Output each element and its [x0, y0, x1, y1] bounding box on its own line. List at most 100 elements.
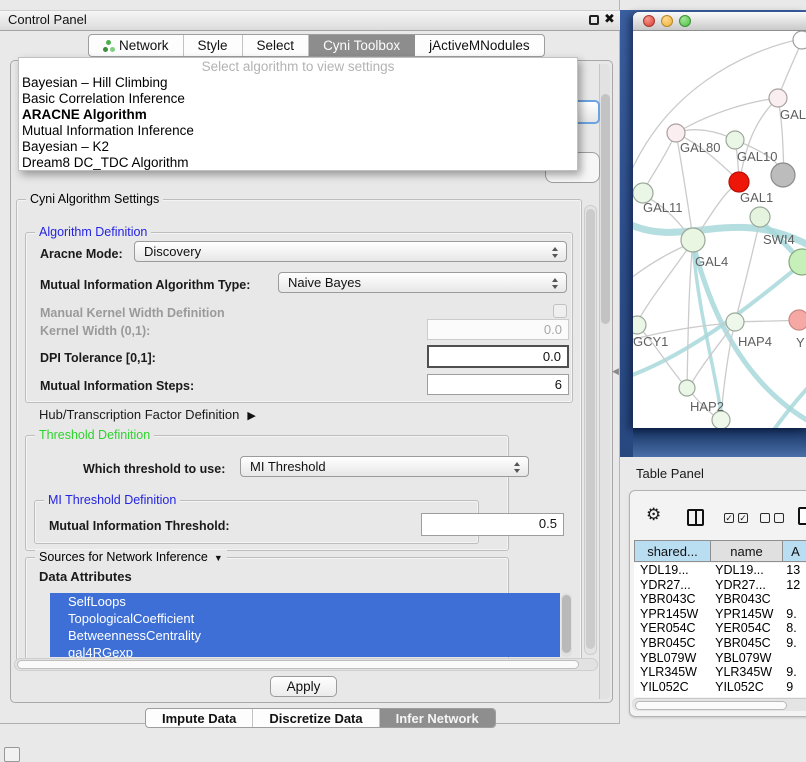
aracne-mode-select[interactable]: Discovery — [134, 241, 567, 262]
minimized-window-icon[interactable] — [4, 747, 20, 762]
node-salmon[interactable] — [789, 310, 806, 330]
attribute-item[interactable]: BetweennessCentrality — [50, 627, 560, 644]
network-view-window[interactable]: GALGAL80GAL10GAL1GAL11SWI4GAL4GCY1HAP4YH… — [633, 12, 806, 428]
split-columns-icon[interactable] — [687, 509, 704, 526]
table-header: shared...nameA — [634, 540, 806, 562]
node-hap4[interactable] — [726, 313, 744, 331]
tab-jactivemnodules[interactable]: jActiveMNodules — [415, 35, 544, 56]
cyni-algorithm-settings-group: Cyni Algorithm Settings Algorithm Defini… — [16, 199, 582, 661]
dpi-tolerance-input[interactable]: 0.0 — [427, 345, 569, 368]
bottom-tabs: Impute DataDiscretize DataInfer Network — [145, 708, 496, 728]
tab-label: Style — [198, 38, 228, 53]
algorithm-option[interactable]: Bayesian – Hill Climbing — [19, 75, 577, 91]
tab-impute-data[interactable]: Impute Data — [146, 709, 253, 727]
manual-kernel-checkbox[interactable] — [553, 304, 567, 318]
algorithm-definition-group: Algorithm Definition Aracne Mode: Discov… — [25, 232, 573, 403]
tab-network[interactable]: Network — [89, 35, 184, 56]
network-edge[interactable] — [687, 241, 693, 386]
network-canvas[interactable]: GALGAL80GAL10GAL1GAL11SWI4GAL4GCY1HAP4YH… — [633, 31, 806, 428]
column-header[interactable]: shared... — [635, 541, 711, 561]
node-gal10[interactable] — [726, 131, 744, 149]
tab-label: Cyni Toolbox — [323, 38, 400, 53]
horizontal-scrollbar[interactable] — [14, 658, 598, 671]
node-label-gal: GAL — [780, 107, 806, 122]
unchecked-checkbox-icon[interactable] — [774, 513, 784, 523]
hub-definition-label: Hub/Transcription Factor Definition — [39, 407, 239, 422]
split-pane-collapse-icon[interactable]: ◀ — [612, 366, 619, 377]
attributes-scrollbar[interactable] — [561, 593, 572, 657]
tab-style[interactable]: Style — [184, 35, 243, 56]
which-threshold-select[interactable]: MI Threshold — [240, 456, 529, 477]
network-edge[interactable] — [633, 243, 691, 281]
panel-vertical-scrollbar[interactable] — [599, 64, 610, 699]
node-label-gal10: GAL10 — [737, 149, 777, 164]
table-row[interactable]: YBR045CYBR045C9. — [634, 636, 806, 651]
node-pink-top[interactable] — [769, 89, 787, 107]
close-icon[interactable]: ✖ — [604, 11, 615, 27]
unchecked-checkbox-icon[interactable] — [760, 513, 770, 523]
attribute-item[interactable]: TopologicalCoefficient — [50, 610, 560, 627]
kernel-width-label: Kernel Width (0,1): — [40, 324, 150, 338]
node-red[interactable] — [729, 172, 749, 192]
table-cell — [780, 592, 806, 607]
table-row[interactable]: YBR043CYBR043C — [634, 592, 806, 607]
tab-infer-network[interactable]: Infer Network — [380, 709, 495, 727]
table-row[interactable]: YER054CYER054C8. — [634, 621, 806, 636]
table-row[interactable]: YIL052CYIL052C9 — [634, 680, 806, 695]
control-panel-title: Control Panel — [8, 12, 87, 27]
checked-checkbox-icon[interactable]: ✓ — [738, 513, 748, 523]
algorithm-option[interactable]: ARACNE Algorithm — [19, 107, 577, 123]
node-swi4[interactable] — [750, 207, 770, 227]
minimize-traffic-light-icon[interactable] — [661, 15, 673, 27]
algorithm-option[interactable]: Bayesian – K2 — [19, 139, 577, 155]
kernel-width-input[interactable]: 0.0 — [427, 319, 569, 340]
node-gal4[interactable] — [681, 228, 705, 252]
node-hap2[interactable] — [679, 380, 695, 396]
algorithm-option[interactable]: Basic Correlation Inference — [19, 91, 577, 107]
attribute-item[interactable]: gal4RGexp — [50, 644, 560, 657]
which-threshold-value: MI Threshold — [250, 459, 326, 474]
table-row[interactable]: YLR345WYLR345W9. — [634, 665, 806, 680]
zoom-traffic-light-icon[interactable] — [679, 15, 691, 27]
checked-checkbox-icon[interactable]: ✓ — [724, 513, 734, 523]
tab-select[interactable]: Select — [243, 35, 310, 56]
collapse-arrow-icon: ▼ — [214, 553, 223, 563]
data-attributes-list[interactable]: SelfLoopsTopologicalCoefficientBetweenne… — [50, 593, 560, 657]
document-icon[interactable] — [798, 507, 806, 525]
control-panel-titlebar — [0, 10, 620, 31]
algorithm-option[interactable]: Dream8 DC_TDC Algorithm — [19, 155, 577, 171]
table-cell: 8. — [780, 621, 806, 636]
network-edge[interactable] — [740, 98, 778, 179]
table-row[interactable]: YPR145WYPR145W9. — [634, 607, 806, 622]
node-top-partial[interactable] — [793, 31, 806, 49]
node-label-swi4: SWI4 — [763, 232, 795, 247]
table-horizontal-scrollbar[interactable] — [632, 698, 806, 711]
close-traffic-light-icon[interactable] — [643, 15, 655, 27]
tab-cyni-toolbox[interactable]: Cyni Toolbox — [309, 35, 415, 56]
table-row[interactable]: YBL079WYBL079W — [634, 651, 806, 666]
table-row[interactable]: YDL19...YDL19...13 — [634, 563, 806, 578]
node-gcy1[interactable] — [633, 316, 646, 334]
table-cell — [780, 651, 806, 666]
cyni-vertical-scrollbar[interactable] — [584, 205, 597, 655]
hub-definition-expander[interactable]: Hub/Transcription Factor Definition▶ — [39, 407, 256, 422]
network-icon — [103, 40, 114, 52]
mi-steps-input[interactable]: 6 — [427, 374, 569, 395]
float-window-icon[interactable] — [589, 15, 599, 25]
column-header[interactable]: A — [783, 541, 806, 561]
apply-button[interactable]: Apply — [270, 676, 337, 697]
node-gray[interactable] — [771, 163, 795, 187]
column-header[interactable]: name — [711, 541, 783, 561]
attribute-item[interactable]: SelfLoops — [50, 593, 560, 610]
control-panel-tabs: Network Style Select Cyni Toolbox jActiveMNo… — [88, 34, 545, 57]
algorithm-option[interactable]: Mutual Information Inference — [19, 123, 577, 139]
mi-threshold-input[interactable]: 0.5 — [421, 513, 564, 536]
network-edge[interactable] — [637, 241, 693, 323]
table-row[interactable]: YDR27...YDR27...12 — [634, 578, 806, 593]
tab-discretize-data[interactable]: Discretize Data — [253, 709, 379, 727]
mi-type-select[interactable]: Naive Bayes — [278, 272, 567, 293]
sources-title[interactable]: Sources for Network Inference▼ — [35, 550, 227, 564]
network-edge[interactable] — [643, 133, 676, 192]
gear-icon[interactable]: ⚙ — [646, 505, 661, 525]
network-window-titlebar[interactable] — [633, 12, 806, 31]
